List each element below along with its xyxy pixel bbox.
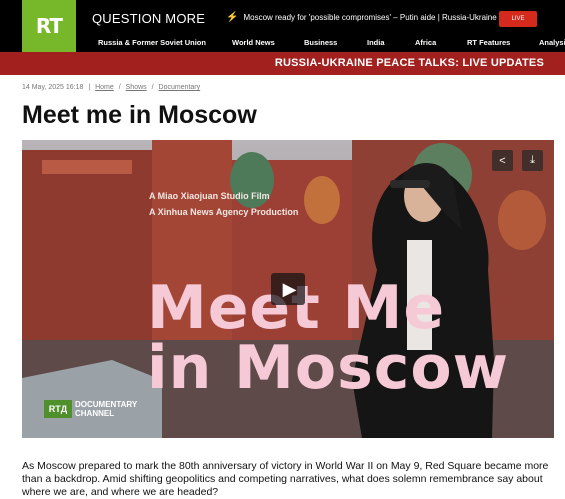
article-summary: As Moscow prepared to mark the 80th anni… xyxy=(22,460,549,498)
channel-name: DOCUMENTARY CHANNEL xyxy=(75,400,137,418)
channel-name-line: DOCUMENTARY xyxy=(75,400,138,409)
nav-item-analysis[interactable]: Analysis xyxy=(539,38,565,47)
breaking-news[interactable]: ⚡ Moscow ready for 'possible compromises… xyxy=(226,12,524,23)
tagline: QUESTION MORE xyxy=(92,11,206,26)
credit-line: A Miao Xiaojuan Studio Film xyxy=(149,191,270,201)
live-button[interactable]: LIVE xyxy=(499,11,537,27)
play-icon[interactable]: ▶ xyxy=(283,279,297,300)
nav-item-russia[interactable]: Russia & Former Soviet Union xyxy=(98,38,206,47)
rt-documentary-logo: RTД xyxy=(44,400,72,418)
main-nav: Russia & Former Soviet Union World News … xyxy=(0,36,565,52)
top-bar: RT QUESTION MORE ⚡ Moscow ready for 'pos… xyxy=(0,0,565,52)
share-button[interactable]: < xyxy=(492,150,513,171)
publish-date: 14 May, 2025 16:18 xyxy=(22,84,84,91)
breadcrumb: 14 May, 2025 16:18 | Home / Shows / Docu… xyxy=(22,84,200,91)
nav-item-business[interactable]: Business xyxy=(304,38,337,47)
banner-text[interactable]: RUSSIA-UKRAINE PEACE TALKS: LIVE UPDATES xyxy=(275,57,544,69)
video-title-line: Meet Me xyxy=(147,273,446,343)
nav-item-africa[interactable]: Africa xyxy=(415,38,436,47)
breadcrumb-separator: / xyxy=(151,84,154,91)
lightning-icon: ⚡ xyxy=(226,12,239,23)
nav-item-rt-features[interactable]: RT Features xyxy=(467,38,510,47)
film-credits: A Miao Xiaojuan Studio Film A Xinhua New… xyxy=(149,188,298,220)
download-button[interactable]: ⤓ xyxy=(522,150,543,171)
credit-line: A Xinhua News Agency Production xyxy=(149,207,299,217)
nav-item-world-news[interactable]: World News xyxy=(232,38,275,47)
live-updates-banner[interactable]: RUSSIA-UKRAINE PEACE TALKS: LIVE UPDATES xyxy=(0,52,565,75)
video-title-line: in Moscow xyxy=(147,333,510,403)
video-player[interactable]: A Miao Xiaojuan Studio Film A Xinhua New… xyxy=(22,140,554,438)
play-button[interactable]: ▶ xyxy=(271,273,305,305)
breadcrumb-separator: / xyxy=(118,84,121,91)
breaking-news-text[interactable]: Moscow ready for 'possible compromises' … xyxy=(243,13,523,22)
video-title-overlay: Meet Me in Moscow xyxy=(147,278,509,398)
share-icon[interactable]: < xyxy=(499,155,505,167)
download-icon[interactable]: ⤓ xyxy=(530,154,535,167)
nav-item-india[interactable]: India xyxy=(367,38,385,47)
breadcrumb-home[interactable]: Home xyxy=(95,84,114,91)
breadcrumb-shows[interactable]: Shows xyxy=(126,84,147,91)
breadcrumb-separator: | xyxy=(88,84,91,91)
documentary-channel-badge: RTД DOCUMENTARY CHANNEL xyxy=(44,400,137,418)
breadcrumb-documentary[interactable]: Documentary xyxy=(159,84,201,91)
channel-name-line: CHANNEL xyxy=(75,409,115,418)
article-title: Meet me in Moscow xyxy=(22,101,257,129)
logo-text[interactable]: RT xyxy=(36,14,63,38)
